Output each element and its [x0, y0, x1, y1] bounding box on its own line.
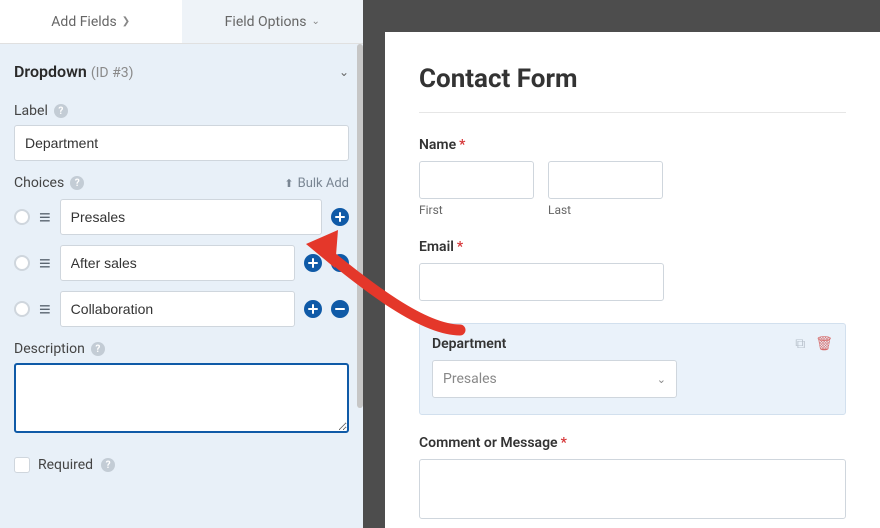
- choice-row: ≡: [14, 245, 349, 281]
- field-type-label: Dropdown: [14, 62, 87, 81]
- radio-default[interactable]: [14, 255, 30, 271]
- bulk-add-label: Bulk Add: [298, 176, 349, 191]
- description-group: Description ?: [14, 341, 349, 437]
- tab-add-fields-label: Add Fields: [51, 14, 117, 30]
- field-id: (ID #3): [91, 65, 134, 81]
- form-preview: Contact Form Name * First Last: [385, 32, 880, 528]
- section-header[interactable]: Dropdown (ID #3) ⌄: [0, 44, 363, 99]
- required-asterisk: *: [561, 435, 567, 451]
- trash-icon[interactable]: 🗑: [815, 336, 833, 352]
- chevron-down-icon: ⌄: [339, 65, 349, 79]
- tab-add-fields[interactable]: Add Fields ❯: [0, 0, 182, 43]
- help-icon[interactable]: ?: [101, 458, 115, 472]
- radio-default[interactable]: [14, 301, 30, 317]
- remove-choice-button[interactable]: [331, 300, 349, 318]
- preview-panel: Contact Form Name * First Last: [363, 0, 880, 528]
- tab-field-options[interactable]: Field Options ⌄: [182, 0, 364, 43]
- field-comment: Comment or Message *: [419, 435, 846, 519]
- help-icon[interactable]: ?: [91, 342, 105, 356]
- comment-label: Comment or Message: [419, 435, 558, 451]
- help-icon[interactable]: ?: [54, 104, 68, 118]
- field-email: Email *: [419, 239, 846, 301]
- required-asterisk: *: [457, 239, 463, 255]
- last-name-input[interactable]: [548, 161, 663, 199]
- section-body: Label ? Choices ? ⬆ Bulk Add: [0, 99, 363, 493]
- choice-row: ≡: [14, 199, 349, 235]
- tabs: Add Fields ❯ Field Options ⌄: [0, 0, 363, 44]
- choices-heading: Choices: [14, 175, 64, 191]
- chevron-down-icon: ⌄: [311, 16, 319, 27]
- field-label: Email *: [419, 239, 846, 255]
- field-label: Comment or Message *: [419, 435, 846, 451]
- chevron-down-icon: ⌄: [657, 373, 666, 386]
- add-choice-button[interactable]: [331, 208, 349, 226]
- last-sublabel: Last: [548, 203, 663, 217]
- field-label: Name *: [419, 137, 846, 153]
- bulk-add-button[interactable]: ⬆ Bulk Add: [284, 176, 349, 191]
- first-name-input[interactable]: [419, 161, 534, 199]
- name-label: Name: [419, 137, 456, 153]
- tab-field-options-label: Field Options: [225, 14, 307, 30]
- add-choice-button[interactable]: [304, 254, 322, 272]
- add-choice-button[interactable]: [304, 300, 322, 318]
- field-department-selected[interactable]: Department ⧉ 🗑 Presales ⌄: [419, 323, 846, 415]
- left-panel: Add Fields ❯ Field Options ⌄ Dropdown (I…: [0, 0, 363, 528]
- label-heading: Label: [14, 103, 48, 119]
- email-label: Email: [419, 239, 454, 255]
- radio-default[interactable]: [14, 209, 30, 225]
- drag-handle-icon[interactable]: ≡: [39, 299, 51, 319]
- required-checkbox[interactable]: [14, 457, 30, 473]
- drag-handle-icon[interactable]: ≡: [39, 207, 51, 227]
- required-row: Required ?: [14, 451, 349, 473]
- first-sublabel: First: [419, 203, 534, 217]
- choice-input[interactable]: [60, 199, 322, 235]
- comment-textarea[interactable]: [419, 459, 846, 519]
- chevron-right-icon: ❯: [122, 16, 130, 27]
- label-input[interactable]: [14, 125, 349, 161]
- department-select[interactable]: Presales ⌄: [432, 360, 677, 398]
- choice-input[interactable]: [60, 245, 295, 281]
- email-input[interactable]: [419, 263, 664, 301]
- department-placeholder: Presales: [443, 371, 497, 387]
- label-group: Label ?: [14, 103, 349, 161]
- remove-choice-button[interactable]: [331, 254, 349, 272]
- choice-input[interactable]: [60, 291, 295, 327]
- choice-row: ≡: [14, 291, 349, 327]
- drag-handle-icon[interactable]: ≡: [39, 253, 51, 273]
- section-title: Dropdown (ID #3): [14, 62, 133, 81]
- description-heading: Description: [14, 341, 85, 357]
- description-textarea[interactable]: [14, 363, 349, 433]
- upload-icon: ⬆: [284, 177, 293, 190]
- field-name: Name * First Last: [419, 137, 846, 217]
- required-asterisk: *: [459, 137, 465, 153]
- required-label: Required: [38, 457, 93, 473]
- form-title: Contact Form: [419, 64, 846, 113]
- duplicate-icon[interactable]: ⧉: [795, 336, 805, 352]
- department-label: Department: [432, 336, 506, 352]
- help-icon[interactable]: ?: [70, 176, 84, 190]
- choices-group: Choices ? ⬆ Bulk Add ≡: [14, 175, 349, 327]
